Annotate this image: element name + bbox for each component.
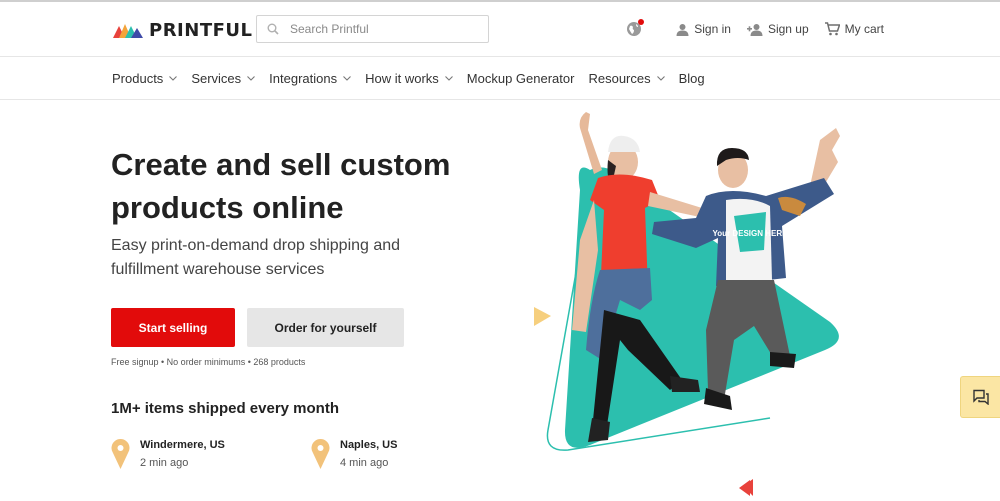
sign-in-label: Sign in [694,22,731,36]
cart-link[interactable]: My cart [824,22,884,36]
cart-label: My cart [844,22,884,36]
nav-item-services[interactable]: Services [191,70,256,86]
chat-button[interactable] [960,376,1000,418]
cart-icon [824,22,840,36]
signup-benefits: Free signup • No order minimums • 268 pr… [111,357,306,367]
hero-title: Create and sell custom products online [111,143,491,229]
recent-shipment: Naples, US 4 min ago [311,438,397,470]
hero-subtitle: Easy print-on-demand drop shipping and f… [111,234,441,282]
nav-item-mockup-generator[interactable]: Mockup Generator [467,71,575,86]
chevron-down-icon [247,75,256,81]
shipments-title: 1M+ items shipped every month [111,400,339,417]
user-icon [676,23,689,36]
hero-title-line: products online [111,190,344,225]
shipment-city: Windermere, US [140,439,225,451]
location-pin-icon [111,439,130,469]
nav-item-integrations[interactable]: Integrations [269,71,351,86]
nav-item-products[interactable]: Products [112,70,178,86]
shipment-time: 2 min ago [140,457,189,469]
nav-item-label: Services [191,70,242,86]
order-for-yourself-button[interactable]: Order for yourself [247,308,404,347]
sign-up-link[interactable]: Sign up [746,22,809,36]
start-selling-button[interactable]: Start selling [111,308,235,347]
nav-item-label: How it works [365,70,439,86]
hero-illustration: Your DESIGN HERE [534,112,840,496]
notification-dot [638,19,645,25]
location-pin-icon [311,439,330,469]
hero-subtitle-line: fulfillment warehouse services [111,261,325,278]
chat-icon [972,389,989,405]
search-input[interactable] [290,22,480,36]
logo-wordmark: PRINTFUL [149,19,253,41]
sign-up-label: Sign up [767,22,809,36]
nav-item-how-it-works[interactable]: How it works [365,71,453,86]
sign-in-link[interactable]: Sign in [676,22,731,36]
language-selector[interactable] [626,19,645,37]
logo-mark-icon [113,24,143,38]
yellow-triangle-accent [534,307,551,326]
shirt-design-text: Your DESIGN HERE [713,229,789,238]
search-box[interactable] [256,15,489,43]
chevron-down-icon [444,75,453,81]
nav-item-label: Resources [588,70,651,86]
chevron-down-icon [656,75,665,81]
nav-item-label: Blog [678,70,705,86]
chevron-down-icon [343,75,351,81]
chevron-down-icon [169,75,178,81]
shipment-time: 4 min ago [340,457,389,469]
nav-item-blog[interactable]: Blog [679,71,705,86]
recent-shipment: Windermere, US 2 min ago [111,438,225,470]
main-nav: Products Services Integrations How it wo… [112,57,719,99]
nav-item-label: Mockup Generator [466,70,575,86]
search-icon [267,23,279,35]
printful-logo[interactable]: PRINTFUL [113,18,252,42]
header-actions: Sign in Sign up My cart [626,19,884,38]
add-user-icon [746,23,763,36]
hero-title-line: Create and sell custom [111,147,451,182]
site-header: PRINTFUL Sign in [0,2,1000,57]
nav-item-resources[interactable]: Resources [588,70,665,86]
nav-item-label: Integrations [269,70,338,86]
shipment-city: Naples, US [340,439,398,451]
hero-subtitle-line: Easy print-on-demand drop shipping and [111,237,401,254]
nav-item-label: Products [112,70,164,86]
